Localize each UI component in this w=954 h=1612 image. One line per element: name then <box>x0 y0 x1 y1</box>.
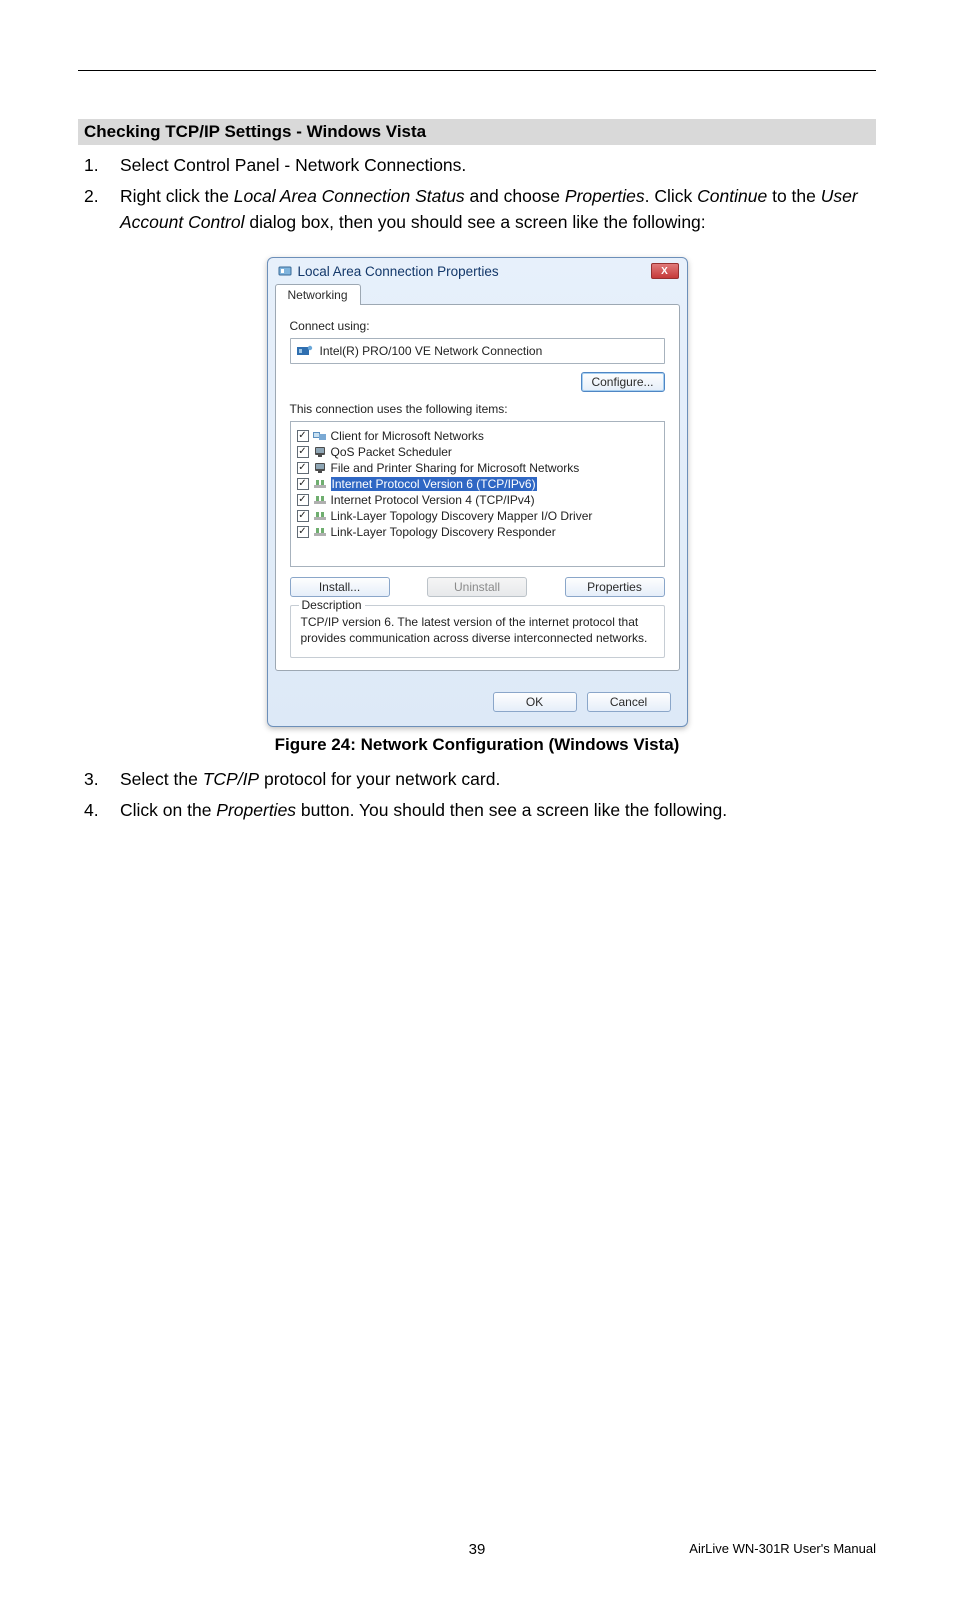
adapter-field[interactable]: Intel(R) PRO/100 VE Network Connection <box>290 338 665 364</box>
checkbox-icon[interactable]: ✓ <box>297 526 309 538</box>
dialog-title: Local Area Connection Properties <box>298 264 651 279</box>
figure-caption: Figure 24: Network Configuration (Window… <box>78 735 876 755</box>
top-rule <box>78 70 876 71</box>
emphasis: Properties <box>216 800 296 820</box>
text-fragment: Select the <box>120 769 203 789</box>
step-2: 2. Right click the Local Area Connection… <box>78 184 876 235</box>
list-item[interactable]: ✓ Link-Layer Topology Discovery Mapper I/… <box>295 508 660 524</box>
titlebar-icon <box>278 264 292 278</box>
dialog-screenshot: Local Area Connection Properties X Netwo… <box>78 257 876 726</box>
step-number: 3. <box>78 767 120 792</box>
emphasis: Continue <box>697 186 767 206</box>
step-number: 4. <box>78 798 120 823</box>
nic-icon <box>297 344 313 358</box>
list-item[interactable]: ✓ QoS Packet Scheduler <box>295 444 660 460</box>
items-listbox[interactable]: ✓ Client for Microsoft Networks ✓ QoS Packe… <box>290 421 665 567</box>
list-item-label: Client for Microsoft Networks <box>331 429 484 443</box>
close-button[interactable]: X <box>651 263 679 279</box>
checkbox-icon[interactable]: ✓ <box>297 478 309 490</box>
step-text: Right click the Local Area Connection St… <box>120 184 876 235</box>
text-fragment: protocol for your network card. <box>259 769 500 789</box>
text-fragment: Right click the <box>120 186 234 206</box>
section-heading: Checking TCP/IP Settings - Windows Vista <box>78 119 876 145</box>
list-item[interactable]: ✓ Client for Microsoft Networks <box>295 428 660 444</box>
component-icon <box>313 493 327 507</box>
step-1: 1. Select Control Panel - Network Connec… <box>78 153 876 178</box>
tab-networking[interactable]: Networking <box>275 284 361 305</box>
component-icon <box>313 429 327 443</box>
emphasis: TCP/IP <box>203 769 259 789</box>
connect-using-label: Connect using: <box>290 319 665 333</box>
dialog-footer: OK Cancel <box>268 678 687 726</box>
list-item-label: Link-Layer Topology Discovery Mapper I/O… <box>331 509 593 523</box>
list-item[interactable]: ✓ Internet Protocol Version 6 (TCP/IPv6) <box>295 476 660 492</box>
component-icon <box>313 477 327 491</box>
configure-button[interactable]: Configure... <box>581 372 665 392</box>
list-item-label: Link-Layer Topology Discovery Responder <box>331 525 556 539</box>
tabstrip: Networking <box>275 284 680 305</box>
list-item[interactable]: ✓ Link-Layer Topology Discovery Responder <box>295 524 660 540</box>
component-icon <box>313 525 327 539</box>
list-item-label: Internet Protocol Version 4 (TCP/IPv4) <box>331 493 535 507</box>
emphasis: Properties <box>565 186 645 206</box>
step-number: 2. <box>78 184 120 235</box>
checkbox-icon[interactable]: ✓ <box>297 510 309 522</box>
list-item[interactable]: ✓ File and Printer Sharing for Microsoft … <box>295 460 660 476</box>
checkbox-icon[interactable]: ✓ <box>297 430 309 442</box>
text-fragment: dialog box, then you should see a screen… <box>245 212 706 232</box>
step-number: 1. <box>78 153 120 178</box>
text-fragment: Click on the <box>120 800 216 820</box>
checkbox-icon[interactable]: ✓ <box>297 446 309 458</box>
manual-name: AirLive WN-301R User's Manual <box>689 1541 876 1556</box>
step-text: Select Control Panel - Network Connectio… <box>120 153 876 178</box>
checkbox-icon[interactable]: ✓ <box>297 462 309 474</box>
step-text: Select the TCP/IP protocol for your netw… <box>120 767 876 792</box>
component-icon <box>313 509 327 523</box>
text-fragment: . Click <box>645 186 698 206</box>
step-3: 3. Select the TCP/IP protocol for your n… <box>78 767 876 792</box>
install-button[interactable]: Install... <box>290 577 390 597</box>
description-legend: Description <box>299 598 365 612</box>
tab-panel: Connect using: Intel(R) PRO/100 VE Netwo… <box>275 304 680 670</box>
ok-button[interactable]: OK <box>493 692 577 712</box>
list-item-label: File and Printer Sharing for Microsoft N… <box>331 461 580 475</box>
properties-dialog: Local Area Connection Properties X Netwo… <box>267 257 688 726</box>
properties-button[interactable]: Properties <box>565 577 665 597</box>
text-fragment: and choose <box>465 186 565 206</box>
list-item[interactable]: ✓ Internet Protocol Version 4 (TCP/IPv4) <box>295 492 660 508</box>
step-text: Click on the Properties button. You shou… <box>120 798 876 823</box>
checkbox-icon[interactable]: ✓ <box>297 494 309 506</box>
description-group: Description TCP/IP version 6. The latest… <box>290 605 665 657</box>
page-footer: 39 AirLive WN-301R User's Manual <box>78 1541 876 1556</box>
dialog-body: Networking Connect using: Intel(R) PRO/1… <box>275 283 680 670</box>
text-fragment: to the <box>767 186 821 206</box>
description-text: TCP/IP version 6. The latest version of … <box>301 614 654 646</box>
list-item-label: QoS Packet Scheduler <box>331 445 452 459</box>
component-icon <box>313 445 327 459</box>
text-fragment: button. You should then see a screen lik… <box>296 800 727 820</box>
adapter-name: Intel(R) PRO/100 VE Network Connection <box>320 344 543 358</box>
uninstall-button[interactable]: Uninstall <box>427 577 527 597</box>
step-4: 4. Click on the Properties button. You s… <box>78 798 876 823</box>
cancel-button[interactable]: Cancel <box>587 692 671 712</box>
titlebar: Local Area Connection Properties X <box>268 258 687 283</box>
emphasis: Local Area Connection Status <box>234 186 465 206</box>
items-label: This connection uses the following items… <box>290 402 665 416</box>
page-number: 39 <box>469 1541 486 1558</box>
list-item-label: Internet Protocol Version 6 (TCP/IPv6) <box>331 477 537 491</box>
component-icon <box>313 461 327 475</box>
